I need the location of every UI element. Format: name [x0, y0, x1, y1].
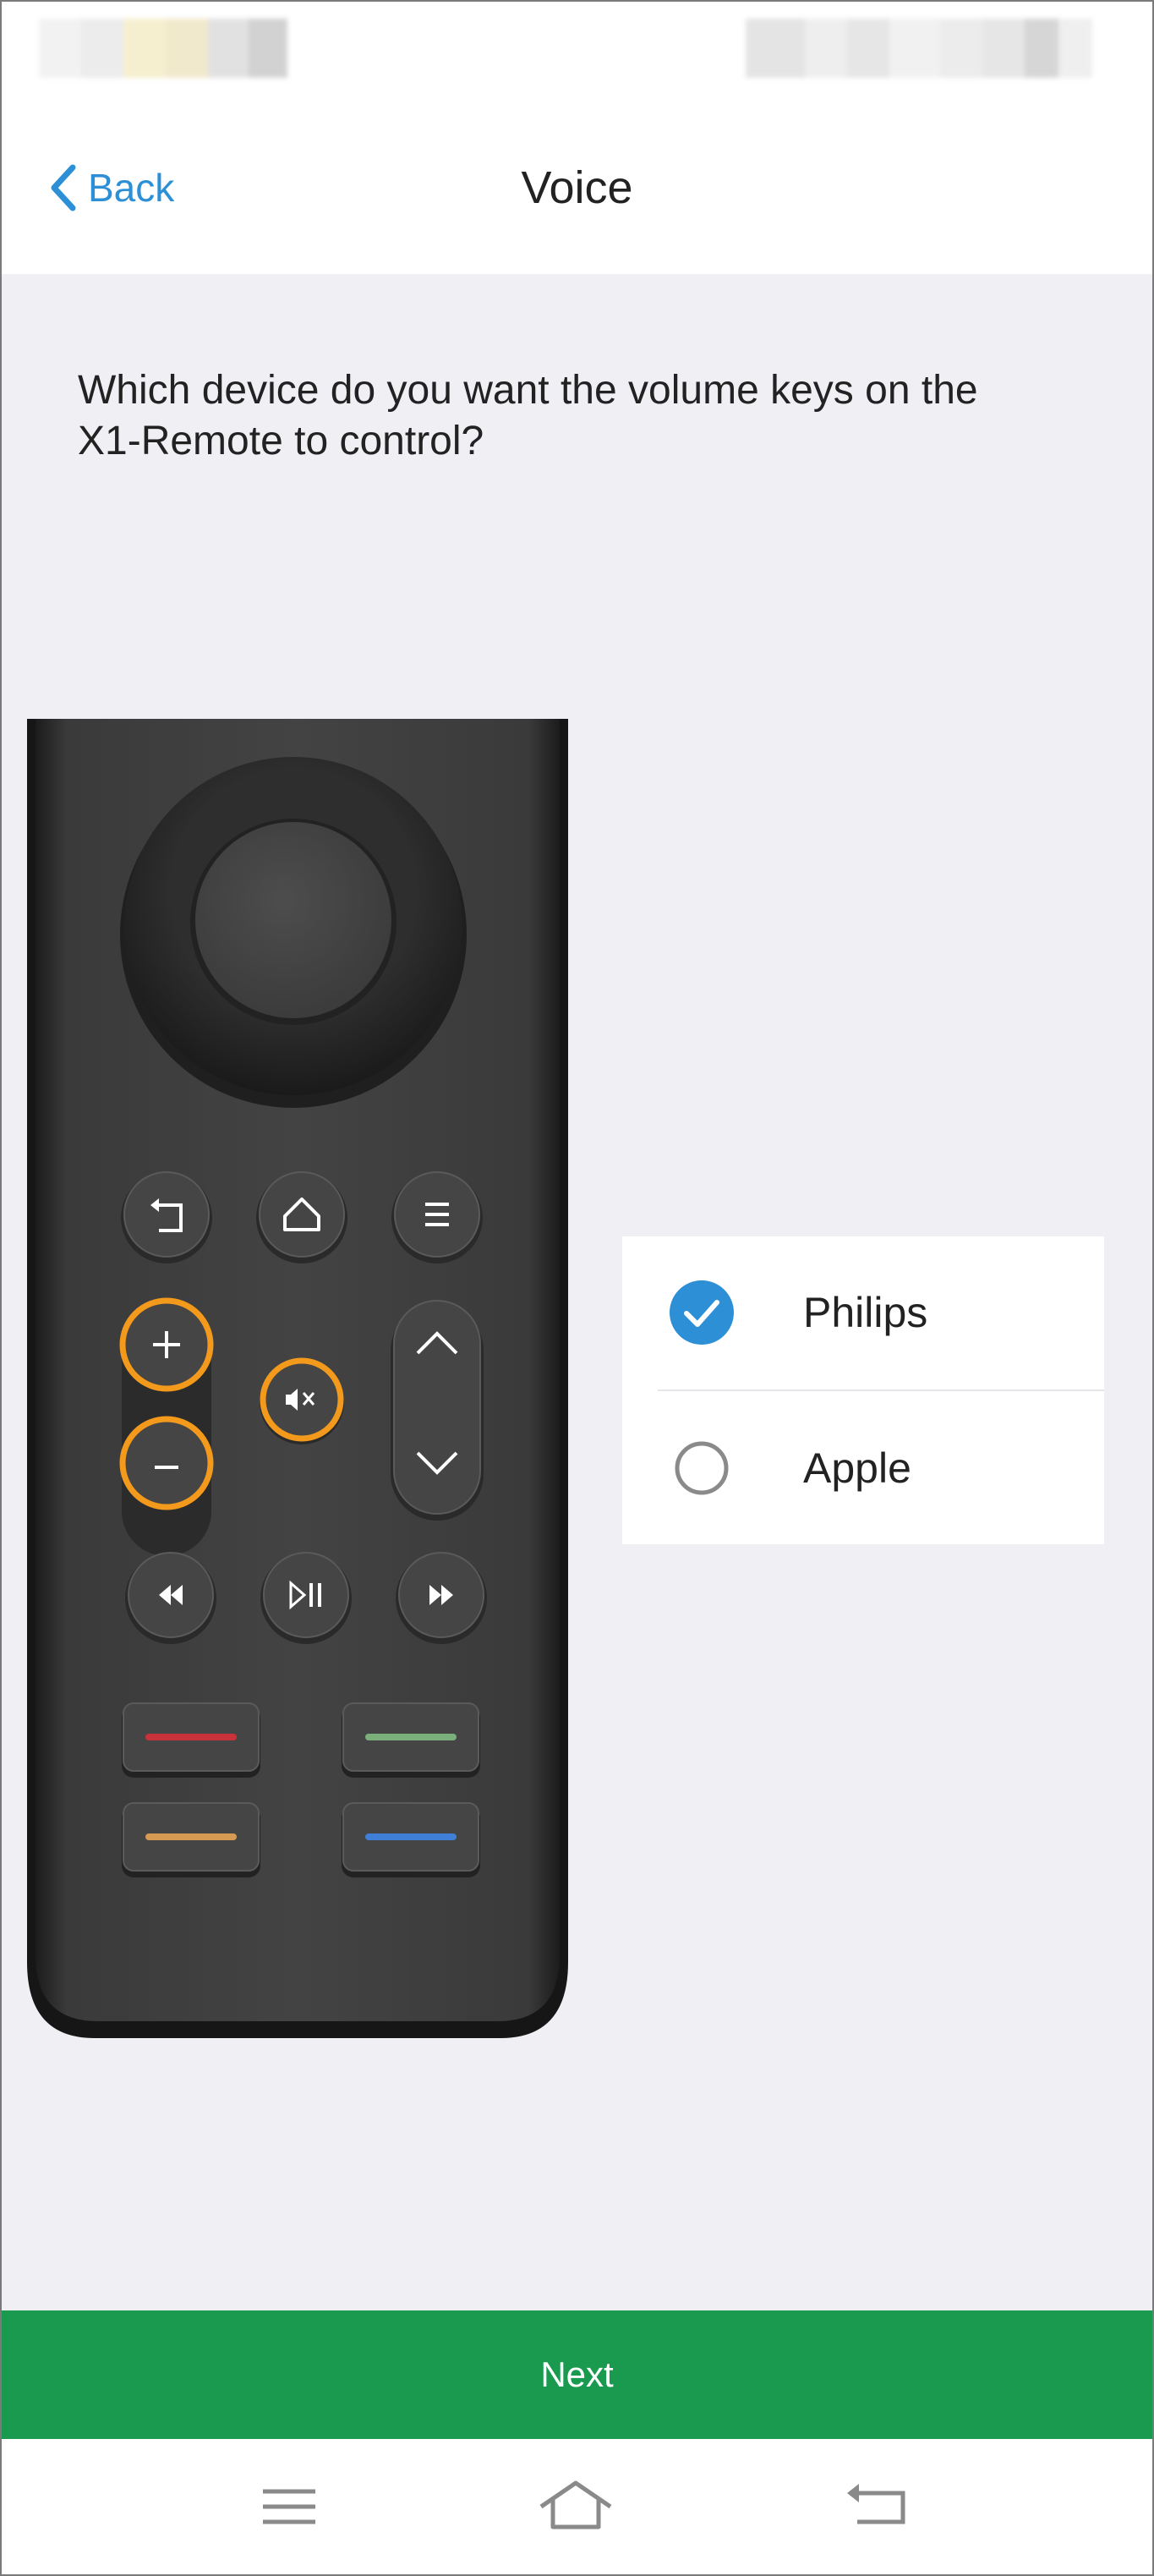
app-screen: Back Voice Which device do you want the …: [0, 0, 1154, 2576]
next-button[interactable]: Next: [2, 2310, 1152, 2439]
menu-icon[interactable]: [251, 2473, 327, 2540]
check-circle-icon: [670, 1280, 734, 1345]
system-navigation-bar: [2, 2439, 1152, 2574]
navigation-bar: Back Voice: [2, 95, 1152, 274]
option-label: Apple: [803, 1444, 911, 1492]
remote-channel-keys: [391, 1300, 484, 1521]
remote-blue-key: [342, 1802, 480, 1877]
remote-red-key: [122, 1702, 260, 1778]
remote-volume-keys: [119, 1297, 214, 1556]
page-title: Voice: [521, 162, 633, 213]
status-bar-right-blurred: [746, 19, 1092, 78]
remote-fast-forward-key: [396, 1552, 487, 1644]
option-divider: [658, 1389, 1104, 1391]
return-icon[interactable]: [840, 2473, 916, 2540]
remote-illustration: [27, 719, 568, 2038]
remote-home-key: [256, 1171, 347, 1263]
question-text: Which device do you want the volume keys…: [78, 368, 978, 463]
home-icon[interactable]: [538, 2473, 614, 2540]
option-apple[interactable]: Apple: [622, 1392, 1104, 1544]
remote-green-key: [342, 1702, 480, 1778]
remote-rewind-key: [125, 1552, 216, 1644]
empty-circle-icon: [675, 1441, 729, 1495]
remote-mute-key: [260, 1357, 344, 1444]
device-options-card: Philips Apple: [622, 1236, 1104, 1544]
option-label: Philips: [803, 1289, 928, 1336]
option-philips[interactable]: Philips: [622, 1236, 1104, 1389]
remote-back-key: [121, 1171, 212, 1263]
remote-menu-key: [391, 1171, 483, 1263]
status-bar: [2, 2, 1152, 95]
remote-yellow-key: [122, 1802, 260, 1877]
remote-play-pause-key: [260, 1552, 352, 1644]
dpad-center-button: [195, 822, 391, 1018]
status-bar-left-blurred: [39, 19, 287, 78]
